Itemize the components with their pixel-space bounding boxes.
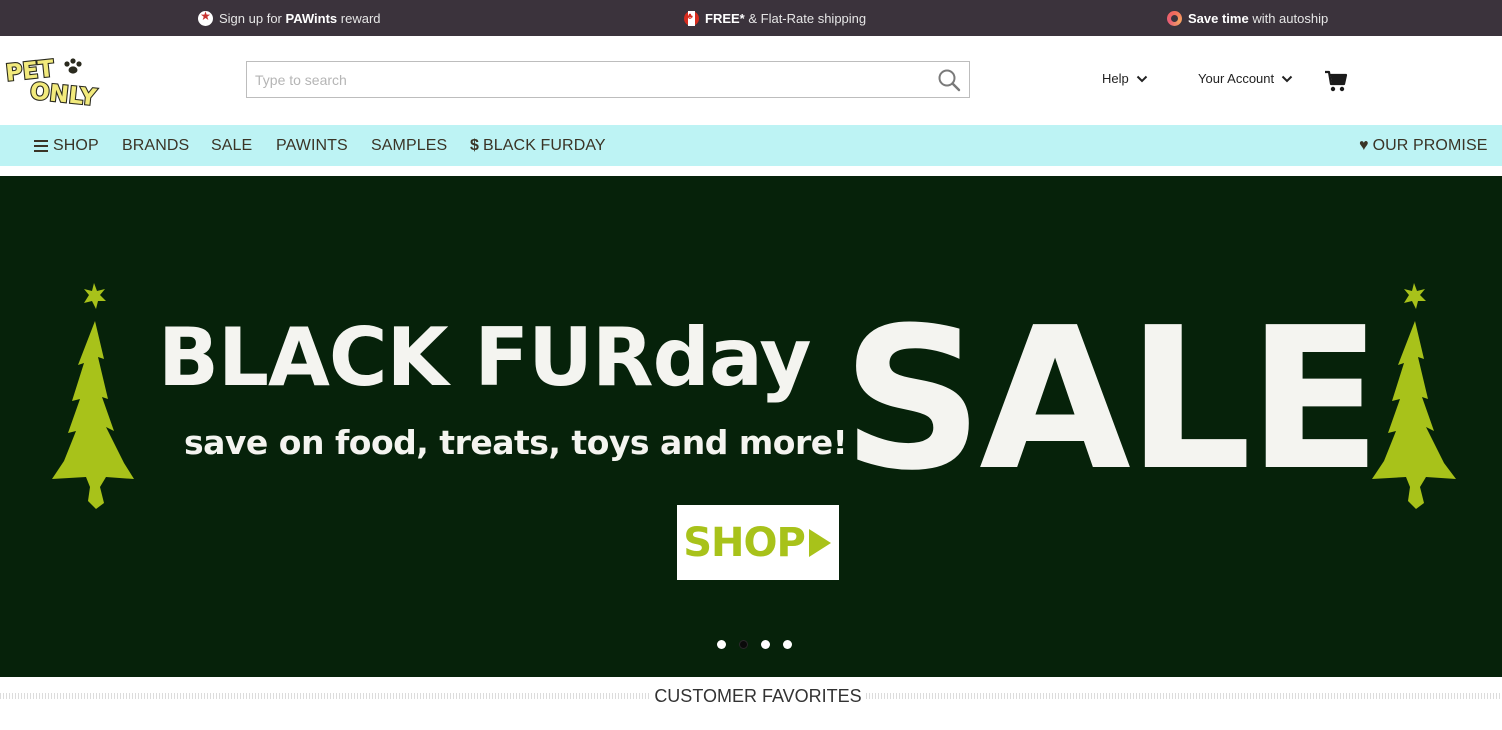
promo-autoship-post: with autoship	[1248, 10, 1329, 26]
promo-pawints-post: reward	[337, 10, 381, 26]
hero-subtitle: save on food, treats, toys and more!	[184, 423, 848, 462]
promo-bar: Sign up for PAWints reward FREE* & Flat-…	[0, 0, 1502, 36]
nav-item-black-furday[interactable]: $ BLACK FURDAY	[470, 125, 606, 166]
nav-label: BLACK FURDAY	[483, 136, 606, 154]
nav-label: PAWINTS	[276, 136, 348, 154]
main-nav: SHOP BRANDS SALE PAWINTS SAMPLES $ BLACK…	[0, 125, 1502, 166]
cart-icon[interactable]	[1324, 70, 1348, 92]
nav-item-brands[interactable]: BRANDS	[122, 125, 189, 166]
nav-label: BRANDS	[122, 136, 190, 154]
help-menu[interactable]: Help	[1102, 71, 1148, 86]
promo-autoship[interactable]: Save time with autoship	[1167, 0, 1328, 36]
divider	[866, 693, 1502, 699]
hero-shop-button[interactable]: SHOP	[677, 505, 839, 580]
nav-label: SALE	[211, 136, 253, 154]
nav-label: OUR PROMISE	[1372, 136, 1488, 154]
nav-item-pawints[interactable]: PAWINTS	[276, 125, 348, 166]
autoship-ring-icon	[1167, 10, 1182, 26]
search-box	[246, 61, 970, 98]
nav-label: SAMPLES	[371, 136, 448, 154]
menu-icon	[34, 139, 48, 152]
site-header: PET ONLY Help Your Account	[0, 36, 1502, 125]
nav-item-sale[interactable]: SALE	[211, 125, 252, 166]
help-label: Help	[1102, 71, 1129, 86]
promo-pawints[interactable]: Sign up for PAWints reward	[198, 0, 381, 36]
carousel-dot-active[interactable]	[739, 640, 748, 649]
account-menu[interactable]: Your Account	[1198, 71, 1293, 86]
hero-shop-label: SHOP	[683, 519, 806, 566]
star-badge-icon	[198, 9, 213, 26]
play-arrow-icon	[808, 528, 831, 557]
christmas-tree-icon	[52, 283, 134, 509]
carousel-dot[interactable]	[761, 640, 770, 649]
hero-title: BLACK FURday	[158, 311, 812, 404]
nav-item-shop[interactable]: SHOP	[34, 125, 99, 166]
promo-autoship-bold: Save time	[1188, 10, 1249, 26]
canada-flag-icon	[684, 10, 699, 26]
customer-favorites-section: CUSTOMER FAVORITES	[0, 677, 1502, 730]
chevron-down-icon	[1281, 75, 1293, 82]
carousel-dots	[717, 640, 805, 650]
hero-banner[interactable]: BLACK FURday save on food, treats, toys …	[0, 176, 1502, 677]
search-icon[interactable]	[937, 68, 961, 92]
carousel-dot[interactable]	[783, 640, 792, 649]
account-label: Your Account	[1198, 71, 1275, 86]
svg-text:ONLY: ONLY	[29, 79, 98, 106]
promo-shipping[interactable]: FREE* & Flat-Rate shipping	[684, 0, 866, 36]
promo-shipping-post: & Flat-Rate shipping	[744, 10, 867, 26]
divider	[0, 693, 650, 699]
promo-pawints-pre: Sign up for	[219, 10, 286, 26]
search-input[interactable]	[247, 62, 943, 97]
section-title: CUSTOMER FAVORITES	[650, 686, 866, 707]
hero-sale-text: SALE	[842, 286, 1382, 514]
dollar-icon: $	[470, 136, 479, 154]
nav-item-samples[interactable]: SAMPLES	[371, 125, 447, 166]
nav-item-our-promise[interactable]: ♥ OUR PROMISE	[1359, 125, 1488, 166]
promo-pawints-bold: PAWints	[285, 10, 338, 26]
nav-label: SHOP	[53, 136, 99, 154]
promo-shipping-bold: FREE*	[705, 10, 745, 26]
carousel-dot[interactable]	[717, 640, 726, 649]
chevron-down-icon	[1136, 75, 1147, 82]
heart-icon: ♥	[1359, 136, 1369, 154]
pet-only-logo[interactable]: PET ONLY	[3, 54, 112, 113]
christmas-tree-icon	[1372, 283, 1456, 509]
